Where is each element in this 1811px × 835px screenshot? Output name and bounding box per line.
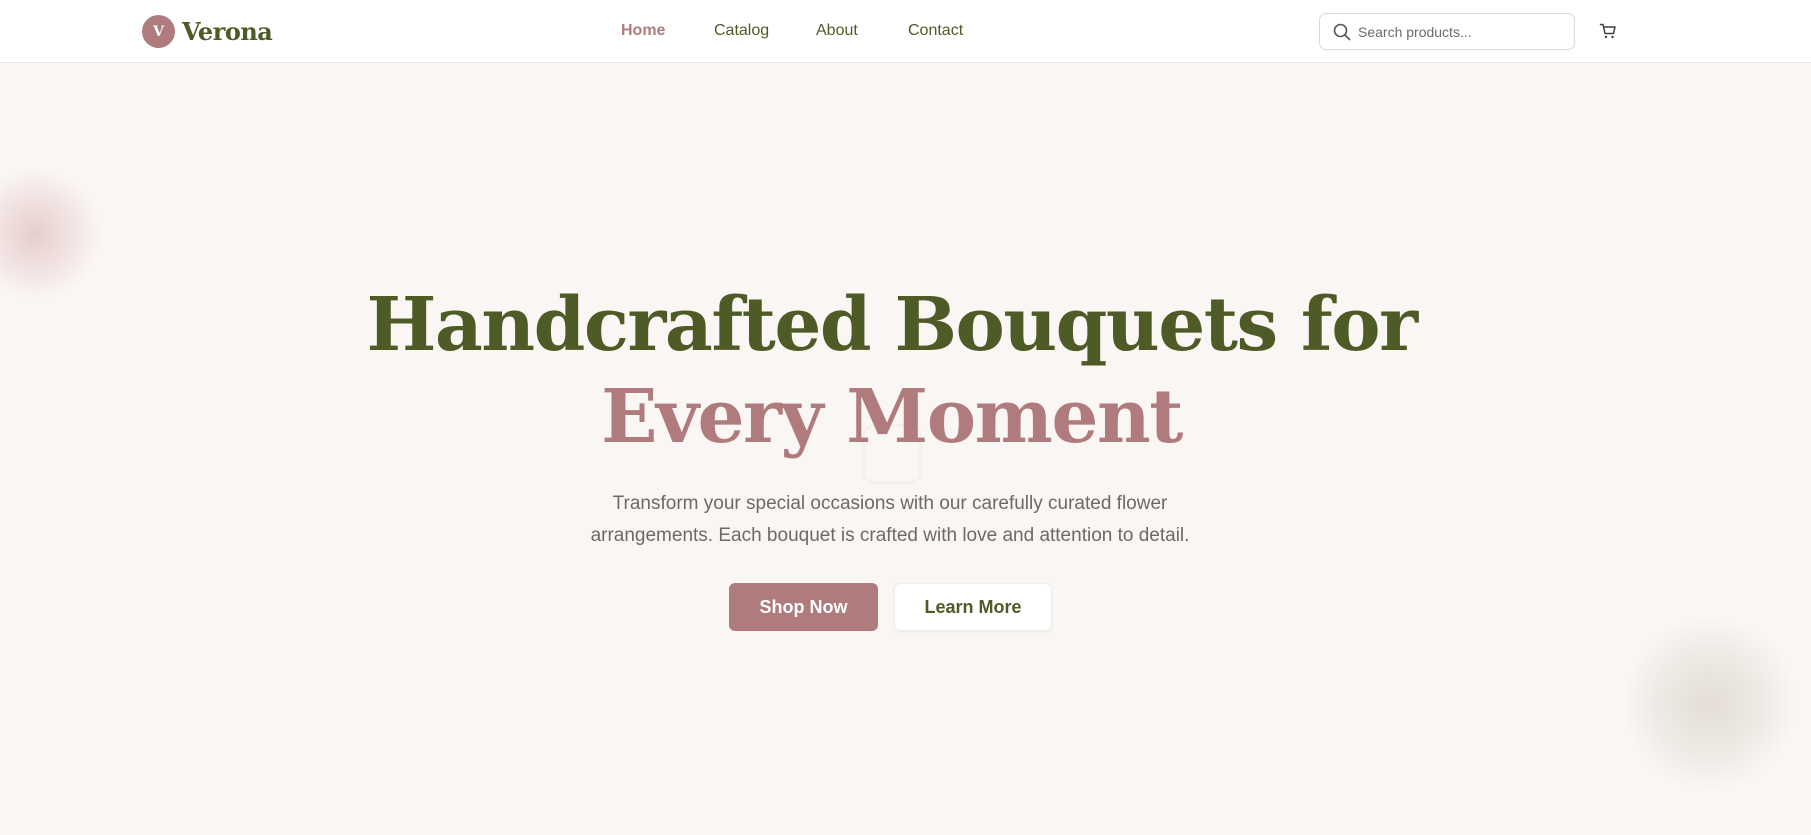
hero-title-line1: Handcrafted Bouquets for <box>366 282 1418 368</box>
hero-subtitle: Transform your special occasions with ou… <box>590 493 1190 546</box>
learn-more-button[interactable]: Learn More <box>894 583 1052 631</box>
brand-badge: V <box>142 15 175 48</box>
nav-catalog[interactable]: Catalog <box>714 22 769 40</box>
nav-contact[interactable]: Contact <box>908 22 963 40</box>
hero-title-line2: Every Moment <box>601 374 1183 460</box>
search-input[interactable] <box>1358 14 1566 49</box>
decorative-blob-right <box>1625 619 1795 789</box>
search-icon <box>1333 23 1351 41</box>
shop-now-button[interactable]: Shop Now <box>729 583 878 631</box>
top-navbar: V Verona Home Catalog About Contact <box>0 0 1811 63</box>
brand-logo[interactable]: V Verona <box>142 15 273 48</box>
brand-name: Verona <box>182 17 273 46</box>
nav-home[interactable]: Home <box>621 22 665 40</box>
nav-about[interactable]: About <box>816 22 858 40</box>
search-box <box>1319 13 1575 50</box>
cart-icon[interactable] <box>1599 22 1617 40</box>
hero-actions: Shop Now Learn More <box>729 583 1052 631</box>
hero-section: Handcrafted Bouquets for Every Moment Tr… <box>0 64 1811 835</box>
hero-title: Handcrafted Bouquets for Every Moment <box>0 279 1783 463</box>
